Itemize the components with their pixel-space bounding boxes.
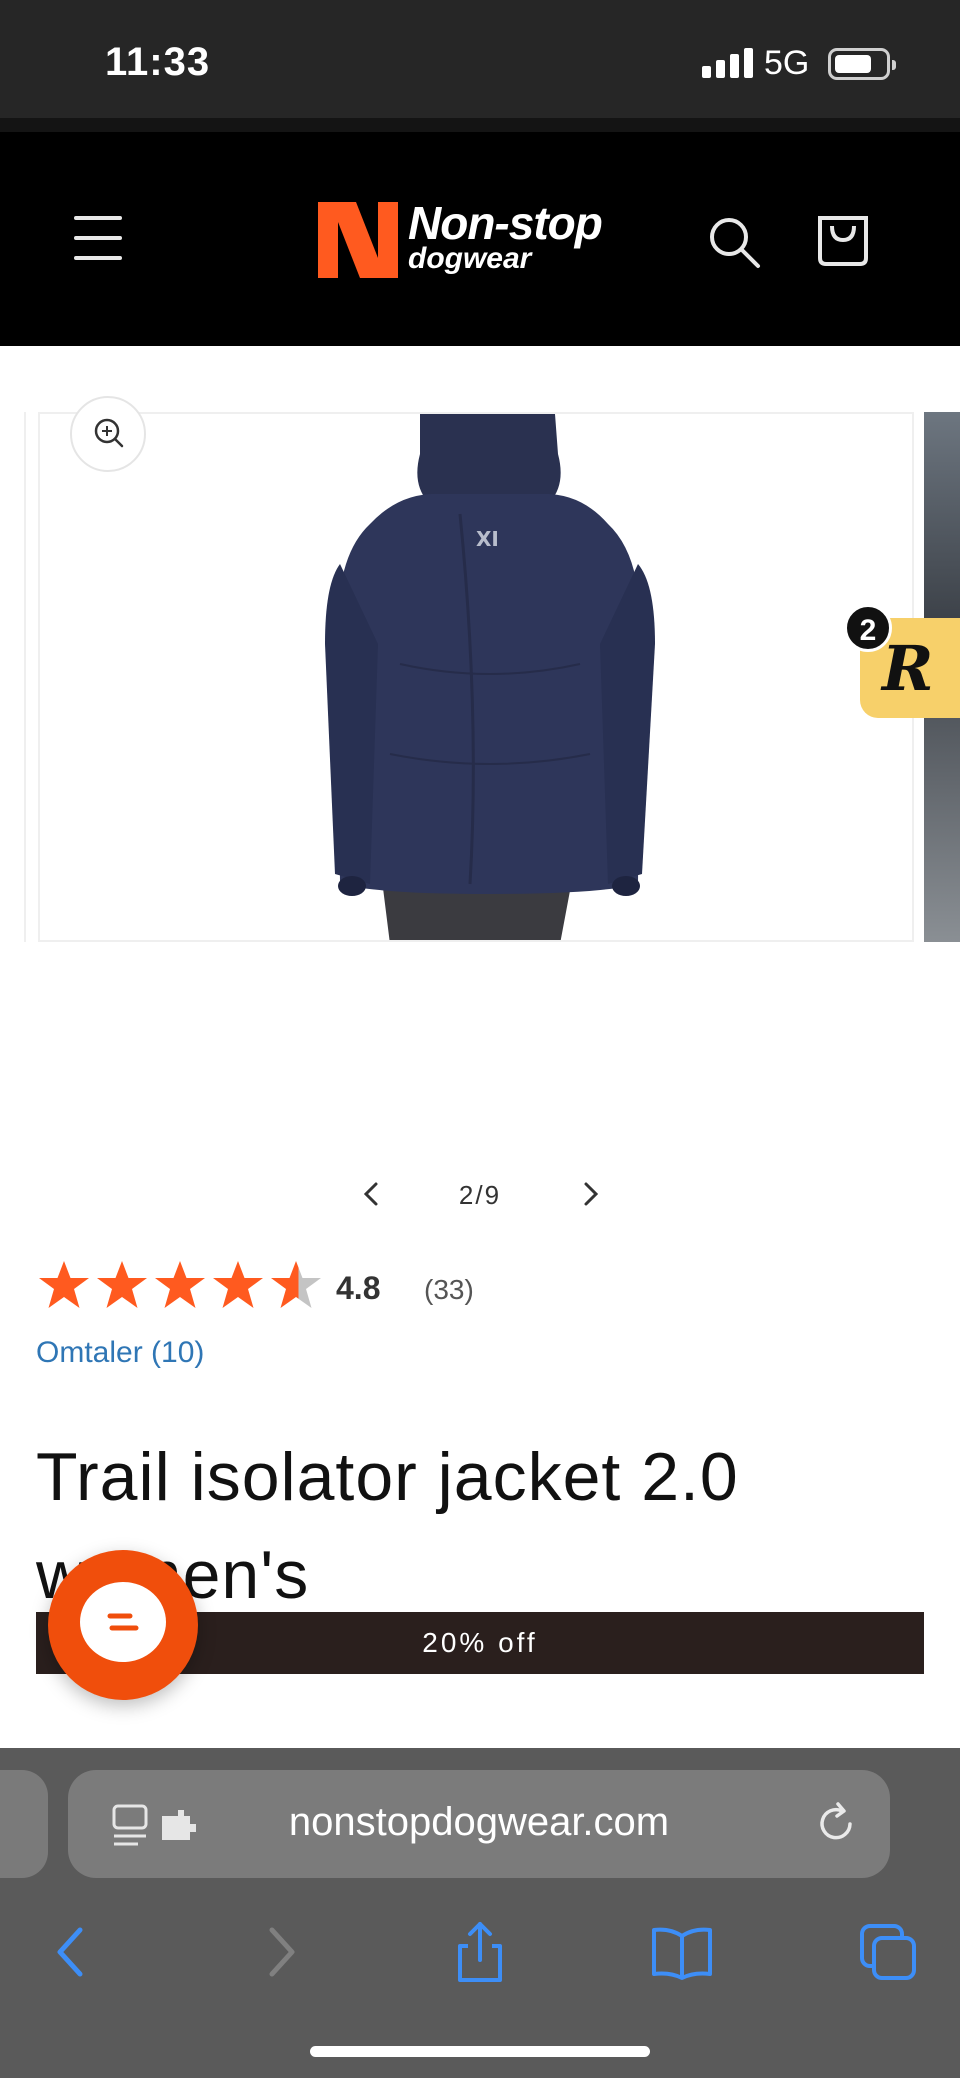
status-time: 11:33 <box>105 40 211 84</box>
previous-tab-stub[interactable] <box>0 1770 48 1878</box>
status-bar: 11:33 5G <box>0 0 960 118</box>
header-divider <box>0 118 960 132</box>
product-gallery[interactable]: XI <box>0 346 960 946</box>
search-icon[interactable] <box>706 214 762 270</box>
battery-icon <box>828 48 896 80</box>
browser-toolbar <box>0 1908 960 2008</box>
product-image[interactable]: XI <box>38 412 914 942</box>
chat-button[interactable] <box>48 1550 198 1700</box>
back-icon[interactable] <box>40 1920 104 1984</box>
forward-icon[interactable] <box>248 1920 312 1984</box>
zoom-in-icon <box>94 418 124 448</box>
star-icon <box>213 1261 263 1308</box>
star-rating <box>36 1258 324 1314</box>
url-text: nonstopdogwear.com <box>288 1800 670 1844</box>
site-header: Non-stop dogwear <box>0 132 960 346</box>
chat-bubble-icon <box>80 1582 166 1662</box>
slider-controls: 2/9 <box>350 1170 610 1220</box>
share-icon[interactable] <box>448 1920 512 1984</box>
logo-line1: Non-stop <box>408 197 603 249</box>
star-icon <box>155 1261 205 1308</box>
previous-slide-edge <box>0 412 26 942</box>
menu-icon[interactable] <box>74 216 122 260</box>
rating-count: (33) <box>424 1274 474 1305</box>
zoom-button[interactable] <box>70 396 146 472</box>
browser-bottom-bar: nonstopdogwear.com <box>0 1748 960 2078</box>
reviews-link[interactable]: Omtaler (10) <box>36 1336 204 1370</box>
signal-icon <box>702 48 753 78</box>
logo-mark-icon <box>318 202 398 278</box>
bookmarks-icon[interactable] <box>650 1920 714 1984</box>
reviews-widget-logo: R <box>882 632 934 705</box>
chevron-right-icon[interactable] <box>572 1176 608 1212</box>
brand-logo[interactable]: Non-stop dogwear <box>316 196 636 286</box>
reviews-widget-count: 2 <box>844 604 892 652</box>
tabs-icon[interactable] <box>856 1920 920 1984</box>
slide-counter: 2/9 <box>458 1180 502 1210</box>
address-bar[interactable]: nonstopdogwear.com <box>68 1770 890 1878</box>
logo-text: Non-stop dogwear <box>408 197 603 274</box>
svg-text:XI: XI <box>476 527 499 551</box>
cart-icon[interactable] <box>816 208 870 268</box>
network-label: 5G <box>764 44 810 82</box>
star-icon <box>39 1261 89 1308</box>
star-icon <box>97 1261 147 1308</box>
rating-summary[interactable]: 4.8 (33) <box>36 1258 636 1318</box>
home-indicator <box>310 2046 650 2057</box>
reload-icon[interactable] <box>812 1800 860 1848</box>
rating-value: 4.8 <box>336 1270 381 1306</box>
jacket-back-illustration: XI <box>325 414 655 940</box>
half-star-icon <box>271 1261 321 1308</box>
